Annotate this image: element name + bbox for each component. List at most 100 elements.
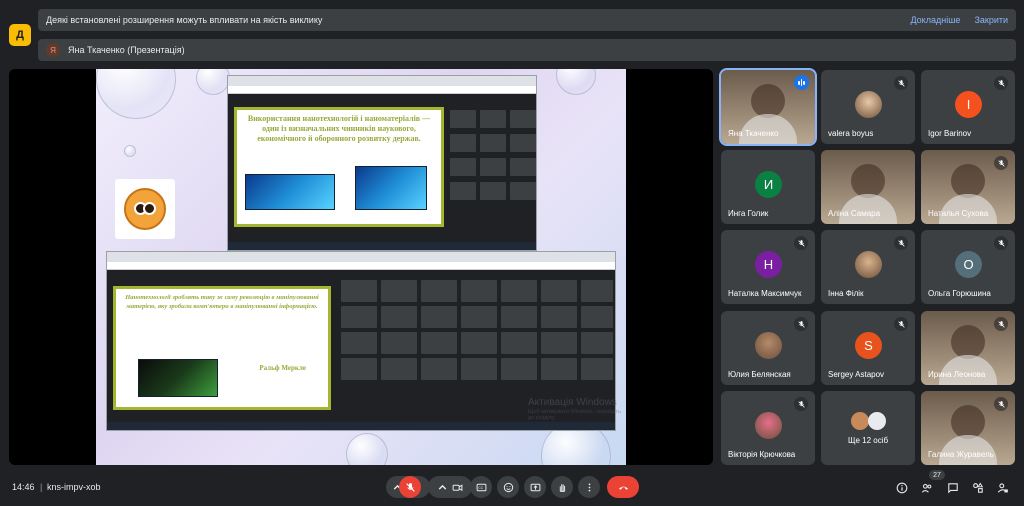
leave-call-button[interactable]	[607, 476, 639, 498]
more-avatar-2	[868, 412, 886, 430]
host-controls-button[interactable]	[996, 481, 1010, 495]
info-icon	[896, 482, 908, 494]
chevron-up-icon	[438, 484, 447, 490]
mic-off-icon	[894, 317, 908, 331]
participant-video-silhouette	[751, 84, 785, 118]
more-vert-icon	[588, 483, 590, 491]
people-button[interactable]	[920, 481, 934, 495]
chat-icon	[948, 483, 958, 494]
chip-image	[245, 174, 335, 210]
inner-slide-author: Ральф Меркле	[259, 364, 306, 372]
mic-off-icon	[794, 317, 808, 331]
speaking-indicator-icon	[794, 75, 809, 90]
people-icon	[921, 483, 932, 493]
participant-initial-avatar: Н	[755, 251, 782, 278]
participant-name: valera boyus	[828, 129, 874, 138]
mic-off-icon	[994, 236, 1008, 250]
participant-video-silhouette	[851, 164, 885, 198]
video-options-button[interactable]	[428, 476, 472, 498]
mic-off-icon	[994, 76, 1008, 90]
screenshot-window-1: Використання нанотехнологій і наноматері…	[227, 75, 537, 251]
participant-name: Ольга Горюшина	[928, 289, 991, 298]
participant-name: Sergey Astapov	[828, 370, 885, 379]
bubble-decoration	[96, 69, 176, 119]
mic-off-icon	[894, 76, 908, 90]
reactions-button[interactable]	[497, 476, 519, 498]
mic-toggle-button[interactable]	[399, 476, 421, 498]
participant-initial-avatar: S	[855, 332, 882, 359]
participant-photo-avatar	[755, 412, 782, 439]
participant-tile[interactable]: Вікторія Крючкова	[721, 391, 815, 465]
present-button[interactable]	[524, 476, 546, 498]
more-options-button[interactable]	[578, 476, 600, 498]
participant-tile[interactable]: valera boyus	[821, 70, 915, 144]
lock-person-icon	[997, 483, 1008, 493]
close-link[interactable]: Закрити	[974, 15, 1008, 25]
chat-button[interactable]	[946, 481, 960, 495]
participant-tile[interactable]: Інна Філік	[821, 230, 915, 304]
notice-message: Деякі встановлені розширення можуть впли…	[46, 15, 323, 25]
bubble-decoration	[556, 69, 596, 95]
bubble-decoration	[346, 433, 388, 465]
bubble-decoration	[124, 145, 136, 157]
participant-tile[interactable]: Яна Ткаченко	[719, 68, 817, 146]
participant-tile[interactable]: Наталья Сухова	[921, 150, 1015, 224]
participant-initial-avatar: О	[955, 251, 982, 278]
windows-activation-watermark: Активація Windows	[528, 397, 617, 408]
bottom-toolbar: 14:46 | kns-impv-xob CC	[0, 472, 1024, 506]
mic-off-icon	[894, 236, 908, 250]
shapes-icon	[973, 482, 984, 493]
participant-tile[interactable]: S Sergey Astapov	[821, 311, 915, 385]
inner-slide-title: Використання нанотехнологій і наноматері…	[247, 114, 431, 143]
participant-photo-avatar	[855, 91, 882, 118]
participant-tile[interactable]: Юлия Белянская	[721, 311, 815, 385]
inner-slide-1: Використання нанотехнологій і наноматері…	[234, 107, 444, 227]
participant-name: Вікторія Крючкова	[728, 450, 796, 459]
gear-image	[355, 166, 427, 210]
participant-name: Інна Філік	[828, 289, 864, 298]
participant-tile[interactable]: Галина Журавель	[921, 391, 1015, 465]
inner-slide-quote: Нанотехнології зроблять таку ж саму рево…	[125, 294, 319, 311]
present-screen-icon	[530, 483, 540, 491]
more-avatar-1	[851, 412, 869, 430]
details-link[interactable]: Докладніше	[910, 15, 960, 25]
participant-name: Яна Ткаченко	[728, 129, 779, 138]
participant-initial-avatar: И	[755, 171, 782, 198]
presentation-stage[interactable]: Використання нанотехнологій і наноматері…	[9, 69, 713, 465]
participant-tile[interactable]: О Ольга Горюшина	[921, 230, 1015, 304]
participant-name: Галина Журавель	[928, 450, 994, 459]
participant-tile[interactable]: И Инга Голик	[721, 150, 815, 224]
app-badge[interactable]: Д	[9, 24, 31, 46]
participant-tile[interactable]: I Igor Barinov	[921, 70, 1015, 144]
separator: |	[40, 482, 43, 492]
mic-off-icon	[794, 236, 808, 250]
meeting-info-button[interactable]	[895, 481, 909, 495]
participant-tile[interactable]: Ще 12 осіб	[821, 391, 915, 465]
captions-icon: CC	[476, 483, 486, 491]
mic-off-icon	[405, 482, 415, 492]
captions-button[interactable]: CC	[470, 476, 492, 498]
participant-initial-avatar: I	[955, 91, 982, 118]
hand-icon	[559, 483, 565, 492]
activities-button[interactable]	[971, 481, 985, 495]
mic-off-icon	[994, 397, 1008, 411]
participant-name: Наталка Максимчук	[728, 289, 802, 298]
participant-name: Аліна Самара	[828, 209, 881, 218]
participant-name: Ще 12 осіб	[848, 436, 889, 445]
participant-tile[interactable]: Аліна Самара	[821, 150, 915, 224]
svg-text:CC: CC	[478, 486, 483, 490]
participant-tile[interactable]: Ирина Леонова	[921, 311, 1015, 385]
emoji-icon	[503, 482, 513, 492]
meeting-code: kns-impv-xob	[47, 482, 101, 492]
participant-video-silhouette	[951, 405, 985, 439]
participant-name: Наталья Сухова	[928, 209, 989, 218]
mic-off-icon	[794, 397, 808, 411]
participant-tile[interactable]: Н Наталка Максимчук	[721, 230, 815, 304]
presenter-avatar: Я	[46, 43, 60, 57]
participant-name: Инга Голик	[728, 209, 769, 218]
shared-slide: Використання нанотехнологій і наноматері…	[96, 69, 626, 465]
windows-activation-subtext: Щоб активувати Windows, перейдіть до роз…	[528, 409, 621, 421]
camera-off-icon	[452, 483, 463, 491]
raise-hand-button[interactable]	[551, 476, 573, 498]
clock: 14:46	[12, 482, 35, 492]
